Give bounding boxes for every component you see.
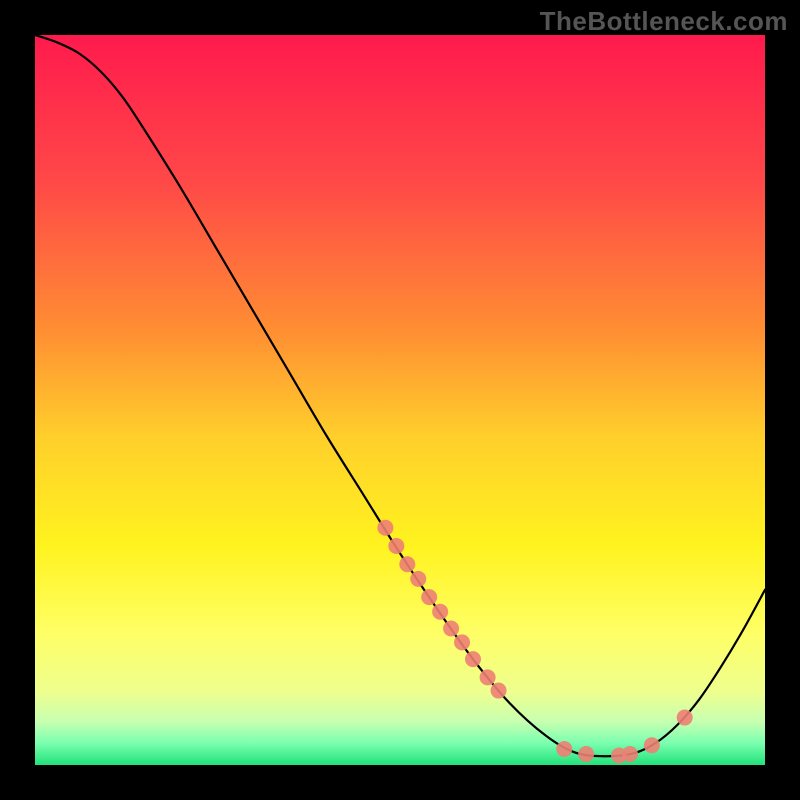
chart-svg [35, 35, 765, 765]
data-marker [454, 634, 470, 650]
data-marker [421, 589, 437, 605]
data-marker [465, 651, 481, 667]
chart-frame: TheBottleneck.com [0, 0, 800, 800]
plot-area [35, 35, 765, 765]
data-marker [622, 746, 638, 762]
data-marker [432, 604, 448, 620]
data-marker [677, 710, 693, 726]
data-marker [644, 737, 660, 753]
data-marker [443, 620, 459, 636]
data-marker [480, 669, 496, 685]
data-marker [556, 741, 572, 757]
data-marker [491, 683, 507, 699]
watermark-text: TheBottleneck.com [540, 6, 788, 37]
data-marker [388, 538, 404, 554]
data-marker [377, 520, 393, 536]
data-marker [578, 746, 594, 762]
data-marker [410, 571, 426, 587]
gradient-background [35, 35, 765, 765]
data-marker [399, 556, 415, 572]
